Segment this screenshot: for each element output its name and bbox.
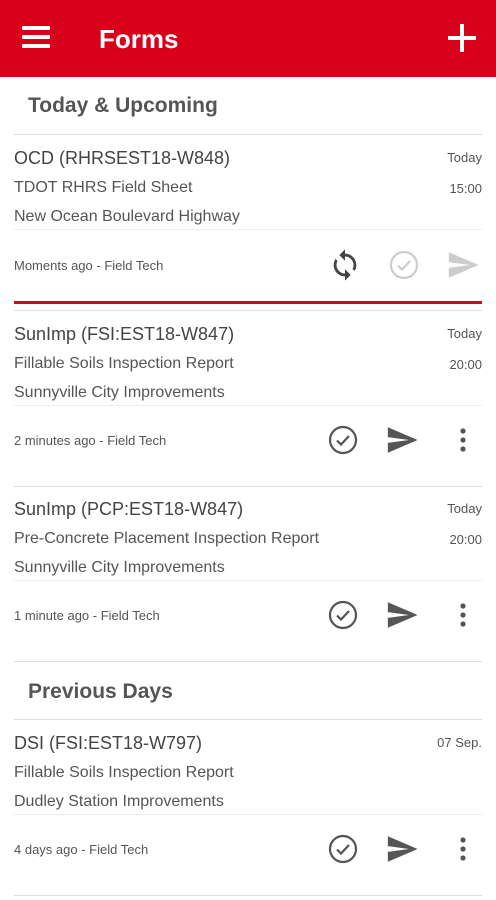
form-card-meta: 4 days ago - Field Tech [14,842,149,857]
more-vertical-icon[interactable] [446,832,480,866]
send-icon[interactable] [446,248,480,282]
form-card-day: 07 Sep. [437,735,482,750]
more-vertical-icon[interactable] [446,423,480,457]
form-card[interactable]: SunImp (PCP:EST18-W847) Today Pre-Concre… [0,497,496,657]
form-card[interactable]: OCD (RHRSEST18-W848) Today TDOT RHRS Fie… [0,146,496,306]
plus-icon[interactable] [442,18,482,58]
form-card-day: Today [447,501,482,516]
form-card-time: 20:00 [449,357,482,372]
app-bar: Forms [0,0,496,77]
form-card-day: Today [447,150,482,165]
send-icon[interactable] [385,832,419,866]
form-card-meta: Moments ago - Field Tech [14,258,164,273]
check-circle-icon[interactable] [326,598,360,632]
form-card-meta: 1 minute ago - Field Tech [14,608,160,623]
form-card-project: New Ocean Boulevard Highway [14,208,240,225]
form-card-title: DSI (FSI:EST18-W797) [14,733,203,753]
form-card-form-name: Fillable Soils Inspection Report [14,355,234,372]
form-card-title: SunImp (PCP:EST18-W847) [14,499,244,519]
check-circle-icon[interactable] [326,423,360,457]
form-card-form-name: Pre-Concrete Placement Inspection Report [14,530,320,547]
check-circle-icon[interactable] [326,832,360,866]
form-card-form-name: Fillable Soils Inspection Report [14,764,234,781]
divider [14,719,482,720]
divider [14,580,482,581]
divider [14,310,482,311]
section-header-upcoming: Today & Upcoming [28,94,218,117]
form-card-day: Today [447,326,482,341]
form-card[interactable]: SunImp (FSI:EST18-W847) Today Fillable S… [0,322,496,482]
divider [14,814,482,815]
check-circle-icon[interactable] [387,248,421,282]
menu-icon[interactable] [22,26,56,52]
send-icon[interactable] [385,423,419,457]
divider [14,486,482,487]
form-card[interactable]: DSI (FSI:EST18-W797) 07 Sep. Fillable So… [0,731,496,891]
form-card-meta: 2 minutes ago - Field Tech [14,433,167,448]
form-card-title: OCD (RHRSEST18-W848) [14,148,231,168]
form-card-project: Sunnyville City Improvements [14,559,225,576]
sync-progress-bar [14,301,482,304]
sync-icon[interactable] [328,248,362,282]
send-icon[interactable] [385,598,419,632]
divider [14,229,482,230]
divider [14,134,482,135]
divider [14,661,482,662]
more-vertical-icon[interactable] [446,598,480,632]
form-card-time: 15:00 [449,181,482,196]
form-card-project: Dudley Station Improvements [14,793,224,810]
form-card-project: Sunnyville City Improvements [14,384,225,401]
form-card-form-name: TDOT RHRS Field Sheet [14,179,193,196]
divider [14,895,482,896]
form-card-time: 20:00 [449,532,482,547]
divider [14,405,482,406]
page-title: Forms [99,24,179,54]
section-header-previous: Previous Days [28,680,173,703]
form-card-title: SunImp (FSI:EST18-W847) [14,324,235,344]
